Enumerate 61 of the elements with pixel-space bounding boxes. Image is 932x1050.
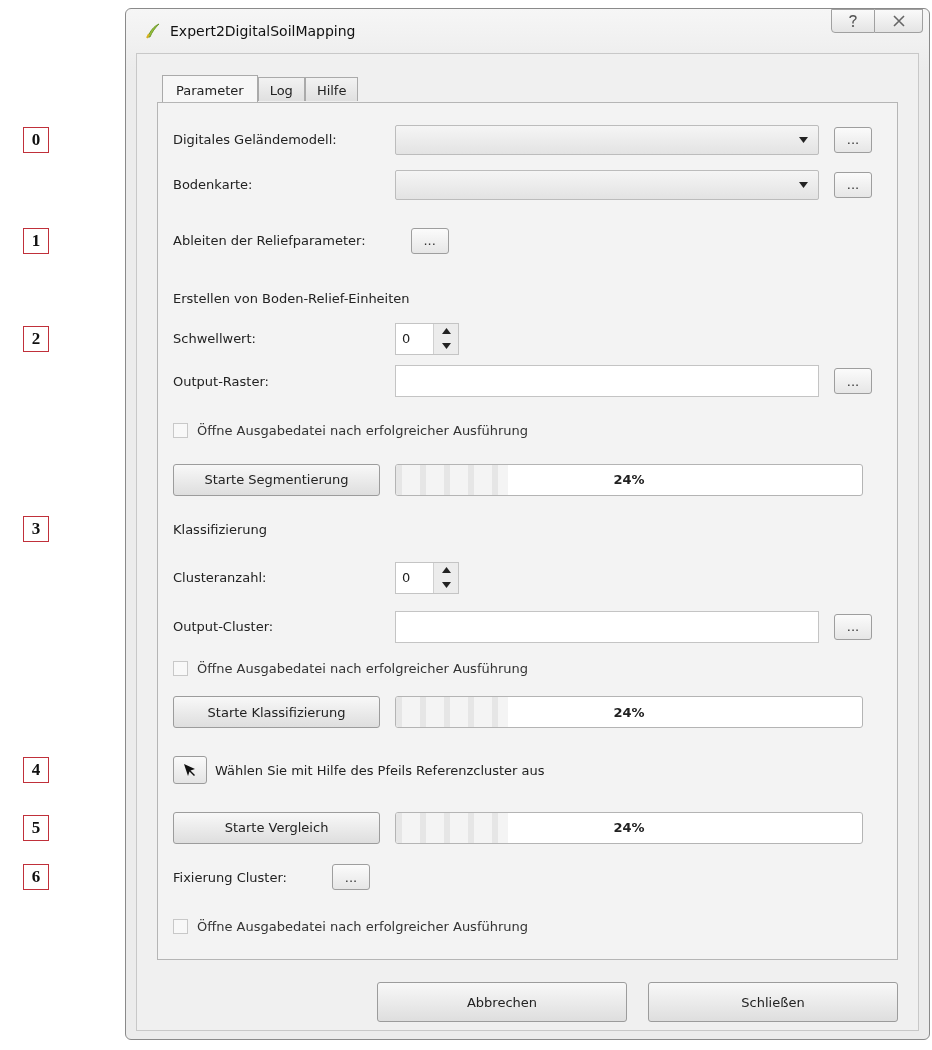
close-icon <box>892 15 905 27</box>
browse-button[interactable]: ... <box>834 368 872 394</box>
browse-button[interactable]: ... <box>834 613 872 640</box>
field-label: Output-Raster: <box>173 373 270 389</box>
number-spinbox[interactable]: 0 <box>395 322 459 355</box>
caret-icon <box>799 136 808 143</box>
field-label: Fixierung Cluster: <box>173 869 287 885</box>
progress-percent: 24% <box>613 472 645 487</box>
start-button[interactable]: Starte Vergleich <box>173 811 380 844</box>
dialog-button[interactable]: Schließen <box>648 982 898 1022</box>
dialog-button[interactable]: Abbrechen <box>377 982 627 1022</box>
pointer-button[interactable] <box>173 756 207 784</box>
field-label: Clusteranzahl: <box>173 570 268 585</box>
step-number: 0 <box>23 126 49 153</box>
quill-icon <box>144 22 162 40</box>
step-number: 2 <box>23 325 49 352</box>
tab[interactable]: Parameter <box>162 75 258 103</box>
caret-icon <box>799 181 808 188</box>
start-button[interactable]: Starte Segmentierung <box>173 463 380 496</box>
progress-percent: 24% <box>613 820 645 835</box>
step-number: 1 <box>23 227 49 254</box>
browse-button[interactable]: ... <box>331 864 370 890</box>
progress-percent: 24% <box>613 704 645 720</box>
down-arrow-icon[interactable] <box>441 343 451 349</box>
checkbox-label: Öffne Ausgabedatei nach erfolgreicher Ausführung <box>197 422 529 438</box>
tab[interactable]: Hilfe <box>304 77 359 101</box>
step-number: 4 <box>23 757 49 783</box>
step-number: 6 <box>23 864 49 890</box>
section-heading: Klassifizierung <box>173 521 267 537</box>
field-label: Schwellwert: <box>173 331 257 346</box>
number-spinbox[interactable]: 0 <box>395 561 459 594</box>
cursor-arrow-icon <box>183 763 197 777</box>
close-button[interactable] <box>875 9 923 33</box>
instruction-text: Wählen Sie mit Hilfe des Pfeils Referenzcluster aus <box>215 762 545 778</box>
input-field[interactable] <box>395 610 819 643</box>
step-number: 3 <box>23 516 49 542</box>
help-icon <box>848 14 858 28</box>
step-number: 5 <box>23 814 49 841</box>
field-label: Output-Cluster: <box>173 619 275 634</box>
input-field[interactable] <box>395 365 819 397</box>
window-title: Expert2DigitalSoilMapping <box>170 23 356 39</box>
start-button[interactable]: Starte Klassifizierung <box>173 696 380 728</box>
checkbox[interactable] <box>173 919 188 934</box>
checkbox[interactable] <box>173 422 188 438</box>
section-heading: Erstellen von Boden-Relief-Einheiten <box>173 290 410 306</box>
checkbox[interactable] <box>173 660 188 676</box>
down-arrow-icon[interactable] <box>441 582 451 588</box>
tab[interactable]: Log <box>257 77 305 101</box>
checkbox-label: Öffne Ausgabedatei nach erfolgreicher Ausführung <box>197 660 529 676</box>
field-label: Ableiten der Reliefparameter: <box>173 233 366 248</box>
layer-dropdown[interactable] <box>395 169 819 200</box>
field-label: Digitales Geländemodell: <box>173 132 338 147</box>
checkbox-label: Öffne Ausgabedatei nach erfolgreicher Ausführung <box>197 919 529 934</box>
browse-button[interactable]: ... <box>834 171 872 198</box>
up-arrow-icon[interactable] <box>441 567 451 573</box>
browse-button[interactable]: ... <box>410 227 449 254</box>
field-label: Bodenkarte: <box>173 177 254 192</box>
layer-dropdown[interactable] <box>395 124 819 155</box>
up-arrow-icon[interactable] <box>441 328 451 334</box>
help-button[interactable] <box>831 9 875 33</box>
browse-button[interactable]: ... <box>834 126 872 153</box>
